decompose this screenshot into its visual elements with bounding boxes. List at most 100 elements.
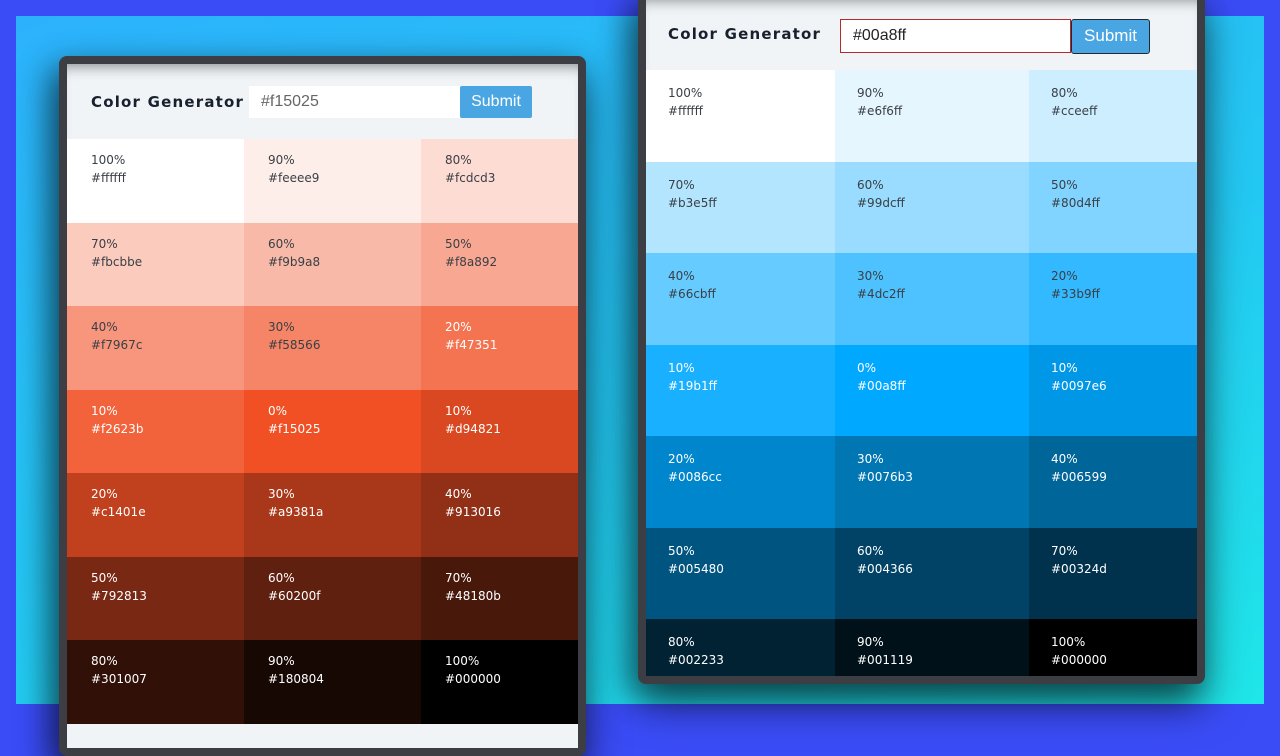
color-swatch[interactable]: 90% #feeee9 [244,139,421,223]
swatch-hex: #a9381a [268,505,324,519]
color-swatch[interactable]: 30% #0076b3 [835,436,1029,528]
color-swatch[interactable]: 60% #99dcff [835,161,1029,253]
swatch-percent: 50% [668,543,695,558]
swatch-percent: 30% [857,452,884,466]
swatch-percent: 80% [1051,86,1078,100]
swatch-percent: 60% [268,570,295,585]
color-swatch[interactable]: 80% #cceeff [1029,70,1197,162]
color-swatch[interactable]: 0% #f15025 [244,389,421,473]
swatch-percent: 40% [445,487,472,501]
color-input[interactable] [249,85,460,118]
color-swatch[interactable]: 10% #f2623b [67,389,244,473]
color-swatch[interactable]: 30% #a9381a [244,473,421,557]
swatch-hex: #d94821 [445,421,501,436]
swatch-hex: #180804 [268,672,324,686]
color-swatch[interactable]: 90% #e6f6ff [835,70,1029,162]
color-swatch[interactable]: 70% #00324d [1029,527,1197,619]
color-swatch[interactable]: 40% #66cbff [646,253,835,345]
app-title: Color Generator [91,92,245,111]
swatch-percent: 100% [91,153,126,167]
swatch-percent: 50% [91,570,118,585]
swatch-percent: 50% [445,236,472,251]
color-swatch[interactable]: 100% #ffffff [67,139,244,223]
swatch-percent: 10% [445,403,472,418]
color-swatch[interactable]: 40% #f7967c [67,306,244,390]
swatch-hex: #000000 [445,672,501,686]
swatch-hex: #c1401e [91,505,146,519]
swatch-hex: #0076b3 [857,470,913,484]
swatch-percent: 100% [445,654,480,668]
color-swatch[interactable]: 20% #c1401e [67,473,244,557]
swatch-hex: #006599 [1051,470,1107,484]
color-swatch[interactable]: 20% #f47351 [421,306,578,390]
color-swatch[interactable]: 10% #d94821 [421,389,578,473]
swatch-hex: #913016 [445,505,501,519]
color-swatch[interactable]: 80% #002233 [646,619,835,676]
color-swatch[interactable]: 60% #004366 [835,527,1029,619]
color-swatch[interactable]: 40% #913016 [421,473,578,557]
swatch-hex: #ffffff [668,104,703,118]
swatch-hex: #4dc2ff [857,287,905,301]
swatch-percent: 60% [268,236,295,251]
swatch-percent: 30% [857,269,884,283]
color-swatch[interactable]: 70% #fbcbbe [67,222,244,306]
swatch-hex: #99dcff [857,195,905,210]
swatch-hex: #cceeff [1051,104,1098,118]
swatch-hex: #f8a892 [445,254,498,269]
color-swatch[interactable]: 70% #48180b [421,556,578,640]
color-swatch[interactable]: 90% #180804 [244,640,421,724]
swatch-percent: 100% [1051,635,1086,649]
right-app-window: Color Generator Submit 100% #ffffff 90% #e6… [638,0,1205,684]
swatch-hex: #301007 [91,672,147,686]
swatch-hex: #0086cc [668,470,722,484]
color-swatch[interactable]: 20% #0086cc [646,436,835,528]
color-swatch[interactable]: 50% #005480 [646,527,835,619]
color-swatch[interactable]: 30% #f58566 [244,306,421,390]
color-swatch[interactable]: 90% #001119 [835,619,1029,676]
color-input[interactable] [840,19,1071,53]
swatch-percent: 20% [445,320,472,334]
right-header: Color Generator Submit [646,0,1197,70]
swatch-percent: 60% [857,177,884,192]
swatch-hex: #f9b9a8 [268,254,321,269]
color-swatch[interactable]: 60% #f9b9a8 [244,222,421,306]
swatch-hex: #f47351 [445,338,498,352]
swatch-percent: 0% [268,403,288,418]
color-swatch[interactable]: 10% #19b1ff [646,344,835,436]
swatch-percent: 70% [91,236,118,251]
color-swatch[interactable]: 100% #000000 [1029,619,1197,676]
color-swatch[interactable]: 40% #006599 [1029,436,1197,528]
swatch-percent: 10% [91,403,118,418]
swatch-hex: #000000 [1051,653,1107,667]
color-swatch[interactable]: 10% #0097e6 [1029,344,1197,436]
color-swatch[interactable]: 70% #b3e5ff [646,161,835,253]
swatch-hex: #60200f [268,588,321,603]
color-swatch[interactable]: 60% #60200f [244,556,421,640]
color-swatch[interactable]: 80% #fcdcd3 [421,139,578,223]
color-swatch[interactable]: 100% #ffffff [646,70,835,162]
swatch-hex: #b3e5ff [668,195,717,210]
color-swatch[interactable]: 100% #000000 [421,640,578,724]
swatch-percent: 70% [668,177,695,192]
color-swatch[interactable]: 80% #301007 [67,640,244,724]
right-color-grid: 100% #ffffff 90% #e6f6ff 80% #cceeff 70% #b3e5f… [646,70,1197,676]
color-swatch[interactable]: 50% #f8a892 [421,222,578,306]
swatch-hex: #f2623b [91,421,144,436]
swatch-hex: #feeee9 [268,171,320,185]
swatch-percent: 50% [1051,177,1078,192]
left-header: Color Generator Submit [67,64,578,139]
right-screen: Color Generator Submit 100% #ffffff 90% #e6… [646,0,1197,676]
swatch-percent: 70% [1051,543,1078,558]
swatch-hex: #002233 [668,653,724,667]
color-swatch[interactable]: 20% #33b9ff [1029,253,1197,345]
submit-button[interactable]: Submit [1071,18,1150,54]
color-swatch[interactable]: 30% #4dc2ff [835,253,1029,345]
swatch-percent: 0% [857,360,877,375]
color-swatch[interactable]: 50% #792813 [67,556,244,640]
color-swatch[interactable]: 0% #00a8ff [835,344,1029,436]
left-screen: Color Generator Submit 100% #ffffff 90% #fe… [67,64,578,748]
swatch-hex: #ffffff [91,171,126,185]
submit-button[interactable]: Submit [460,85,532,118]
color-swatch[interactable]: 50% #80d4ff [1029,161,1197,253]
swatch-percent: 20% [91,487,118,501]
